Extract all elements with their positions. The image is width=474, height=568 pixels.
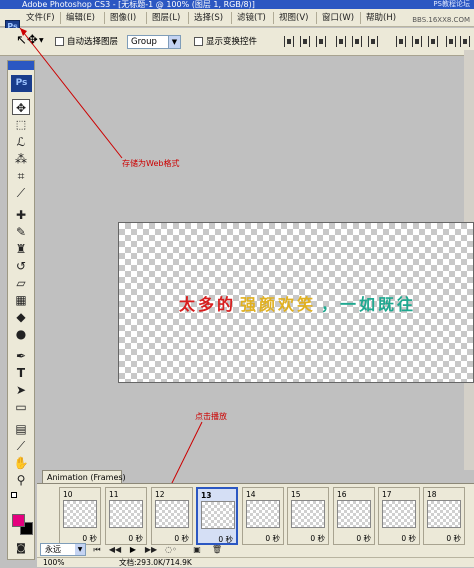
document-size: 文档:293.0K/714.9K: [119, 558, 192, 567]
delete-frame-icon[interactable]: 🗑: [209, 543, 225, 556]
animation-frame[interactable]: 12 0 秒: [151, 487, 193, 545]
first-frame-icon[interactable]: ⏮: [89, 543, 105, 556]
annotation-save-for-web: 存储为Web格式: [122, 159, 180, 168]
animation-frame[interactable]: 11 0 秒: [105, 487, 147, 545]
animation-controls: 永远 ▼ ⏮ ◀◀ ▶ ▶▶ ◌◦ ▣ 🗑: [37, 543, 474, 557]
frame-number: 16: [337, 490, 347, 499]
frame-number: 14: [246, 490, 256, 499]
frame-thumbnail: [201, 501, 235, 529]
frame-number: 15: [291, 490, 301, 499]
frame-thumbnail: [337, 500, 371, 528]
loop-select[interactable]: 永远 ▼: [40, 543, 86, 556]
play-icon[interactable]: ▶: [125, 543, 141, 556]
frame-number: 18: [427, 490, 437, 499]
frame-thumbnail: [155, 500, 189, 528]
frame-thumbnail: [63, 500, 97, 528]
tween-icon[interactable]: ◌◦: [163, 543, 179, 556]
frame-number: 11: [109, 490, 119, 499]
animation-frame[interactable]: 10 0 秒: [59, 487, 101, 545]
frame-thumbnail: [246, 500, 280, 528]
frame-thumbnail: [109, 500, 143, 528]
animation-frame[interactable]: 16 0 秒: [333, 487, 375, 545]
annotation-click-play: 点击播放: [195, 412, 227, 421]
animation-frame[interactable]: 18 0 秒: [423, 487, 465, 545]
frame-number: 12: [155, 490, 165, 499]
animation-frame[interactable]: 17 0 秒: [378, 487, 420, 545]
frame-thumbnail: [291, 500, 325, 528]
zoom-level[interactable]: 100%: [43, 558, 64, 568]
previous-frame-icon[interactable]: ◀◀: [107, 543, 123, 556]
animation-frame[interactable]: 14 0 秒: [242, 487, 284, 545]
frame-number: 13: [201, 491, 212, 500]
frame-number: 17: [382, 490, 392, 499]
animation-frame-selected[interactable]: 13 0 秒: [196, 487, 238, 545]
chevron-down-icon: ▼: [75, 544, 85, 555]
duplicate-frame-icon[interactable]: ▣: [189, 543, 205, 556]
next-frame-icon[interactable]: ▶▶: [143, 543, 159, 556]
frame-thumbnail: [382, 500, 416, 528]
frame-thumbnail: [427, 500, 461, 528]
tab-animation-frames[interactable]: Animation (Frames): [42, 470, 126, 484]
animation-panel: 10 0 秒 11 0 秒 12 0 秒 13 0 秒 14 0 秒 15 0 秒 16 0 …: [37, 483, 474, 568]
frame-number: 10: [63, 490, 73, 499]
arrow-to-file-menu: [19, 27, 123, 159]
loop-value: 永远: [45, 545, 61, 554]
animation-frame[interactable]: 15 0 秒: [287, 487, 329, 545]
